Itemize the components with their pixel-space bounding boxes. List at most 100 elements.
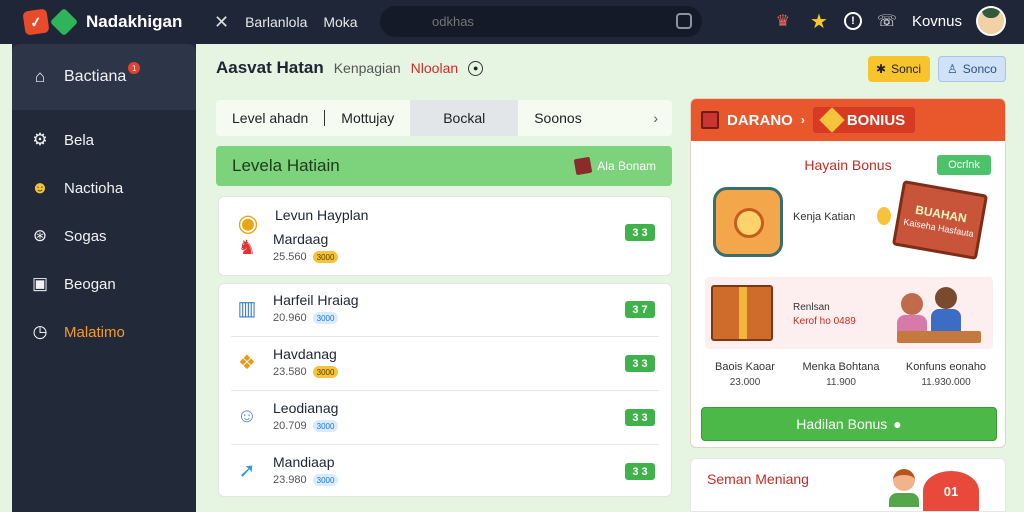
info-circle-icon: ● [893, 416, 902, 432]
user-name[interactable]: Kovnus [912, 13, 962, 30]
box-icon [701, 111, 719, 129]
person-icon [897, 293, 927, 339]
sidebar-item-nactioha[interactable]: ☻ Nactioha [12, 164, 196, 212]
list-item-title: Levun Hayplan [275, 207, 369, 223]
list-item-value: 20.709 [273, 420, 307, 432]
app-name: Nadakhigan [86, 12, 183, 31]
list-item[interactable]: ❖ Havdanag 23.580 3000 [231, 346, 659, 378]
list-item-title: Havdanag [273, 346, 337, 362]
sidebar-item-bactiana[interactable]: ⌂ Bactiana 1 [12, 44, 196, 110]
clock-icon: ◷ [32, 322, 48, 341]
list-item-title: Leodianag [273, 400, 339, 416]
bonus-chip[interactable]: Ocrlnk [937, 155, 991, 175]
list-item[interactable]: ♞ Mardaag 25.560 3000 [231, 231, 659, 263]
search-bar[interactable] [380, 6, 702, 37]
stat-label: Konfuns eonaho [905, 361, 987, 373]
top-right-actions: ♛ ★ ! ☏ Kovnus [772, 6, 1006, 36]
home-icon: ⌂ [34, 67, 46, 86]
section-title: Levela Hatiain [232, 156, 340, 175]
list-item[interactable]: ➚ Mandiaap 23.980 3000 [231, 454, 659, 486]
building-icon: ▥ [237, 297, 257, 320]
arrow-right-icon: › [800, 113, 805, 127]
claim-bonus-button[interactable]: Hadilan Bonus ● [701, 407, 997, 441]
list-item-value: 23.980 [273, 474, 307, 486]
count-badge[interactable]: 3 3 [625, 463, 655, 480]
sidebar-item-label: Beogan [64, 275, 116, 293]
close-icon[interactable]: ✕ [214, 12, 229, 33]
top-nav-item[interactable]: Moka [323, 14, 357, 30]
coin-tag: 3000 [312, 366, 339, 378]
sidebar-item-label: Bactiana [64, 68, 127, 85]
breadcrumb[interactable]: Kenpagian [334, 60, 401, 76]
header-button-blue[interactable]: ♙ Sonco [938, 56, 1006, 82]
gift-box-icon [711, 285, 773, 341]
brand[interactable]: ✓ Nadakhigan [0, 7, 196, 37]
divider [231, 390, 659, 391]
divider [231, 444, 659, 445]
gem-tag: 3000 [312, 474, 339, 486]
star-icon[interactable]: ★ [808, 10, 830, 33]
search-input[interactable] [432, 14, 672, 29]
dropdown-circle-icon[interactable]: ● [468, 60, 484, 76]
sidebar-item-beogan[interactable]: ▣ Beogan [12, 260, 196, 308]
red-creature-icon: ♞ [238, 236, 256, 259]
people-illustration [891, 283, 987, 343]
count-badge[interactable]: 3 3 [625, 409, 655, 426]
list-item-title: Mandiaap [273, 454, 335, 470]
bonus-panel-header: DARANO › BONIUS [691, 99, 1005, 141]
person-icon [889, 469, 919, 507]
search-icon[interactable] [676, 13, 692, 29]
tab-soonos[interactable]: Soonos [518, 100, 597, 136]
count-badge[interactable]: 3 7 [625, 301, 655, 318]
puzzle-icon: ✱ [876, 62, 887, 76]
tab-level[interactable]: Level ahadn [216, 110, 326, 126]
gem-icon [819, 107, 845, 133]
user-icon: ♙ [947, 62, 958, 76]
info-icon[interactable]: ! [843, 12, 862, 30]
tab-bockal[interactable]: Bockal [410, 100, 519, 136]
logo-red-icon: ✓ [22, 8, 50, 36]
treasure-icon: ❖ [238, 351, 256, 374]
sidebar-item-label: Nactioha [64, 179, 124, 197]
list-item[interactable]: ▥ Harfeil Hraiag 20.960 3000 [231, 292, 659, 324]
stat-item: Baois Kaoar 23.000 [699, 361, 791, 388]
header-button-yellow[interactable]: ✱ Sonci [868, 56, 930, 82]
character-icon[interactable]: ♛ [772, 10, 794, 32]
list-card: ▥ Harfeil Hraiag 20.960 3000 3 7 ❖ Havda… [218, 283, 672, 497]
gem-tag: 3000 [312, 420, 339, 432]
section-header: Levela Hatiain Ala Bonam [216, 146, 672, 186]
promo-banner[interactable]: Renlsan Kerof ho 0489 [705, 277, 993, 349]
tab-mottujay[interactable]: Mottujay [325, 100, 410, 136]
stat-item: Menka Bohtana 11.900 [795, 361, 887, 388]
list-item[interactable]: ☺ Leodianag 20.709 3000 [231, 400, 659, 432]
bottom-panel: Seman Meniang 01 [690, 458, 1006, 512]
header-button-label: Sonco [962, 62, 997, 76]
chevron-right-icon[interactable]: › [653, 110, 672, 126]
stat-item: Konfuns eonaho 11.930.000 [891, 361, 1001, 388]
count-badge[interactable]: 3 3 [625, 355, 655, 372]
phone-icon[interactable]: ☏ [876, 10, 898, 32]
sidebar: ⌂ Bactiana 1 ⚙ Bela ☻ Nactioha ⊛ Sogas ▣… [12, 44, 196, 512]
sidebar-item-bela[interactable]: ⚙ Bela [12, 116, 196, 164]
coin-icon [877, 207, 891, 225]
stat-value: 11.900 [826, 377, 856, 388]
page-title: Aasvat Hatan [216, 58, 324, 77]
sidebar-item-sogas[interactable]: ⊛ Sogas [12, 212, 196, 260]
top-nav-item[interactable]: Barlanlola [245, 14, 307, 30]
stat-label: Menka Bohtana [802, 361, 880, 373]
section-action-button[interactable]: Ala Bonam [574, 156, 656, 176]
list-card: ◉ Levun Hayplan ♞ Mardaag 25.560 3000 3 … [218, 196, 672, 276]
bonus-header-button[interactable]: BONIUS [812, 107, 916, 133]
avatar[interactable] [976, 6, 1006, 36]
list-item-value: 20.960 [273, 312, 307, 324]
list-item-value: 23.580 [273, 366, 307, 378]
bottom-panel-badge: 01 [923, 471, 979, 511]
mascot-illustration [713, 187, 783, 257]
claim-bonus-label: Hadilan Bonus [796, 416, 888, 432]
sidebar-item-malatimo[interactable]: ◷ Malatimo [12, 308, 196, 356]
count-badge[interactable]: 3 3 [625, 224, 655, 241]
feature-text: Kenja Katian [793, 211, 856, 223]
coin-tag: 3000 [312, 251, 339, 263]
breadcrumb-active[interactable]: Nloolan [411, 60, 458, 76]
bonus-header-right: BONIUS [846, 111, 906, 129]
